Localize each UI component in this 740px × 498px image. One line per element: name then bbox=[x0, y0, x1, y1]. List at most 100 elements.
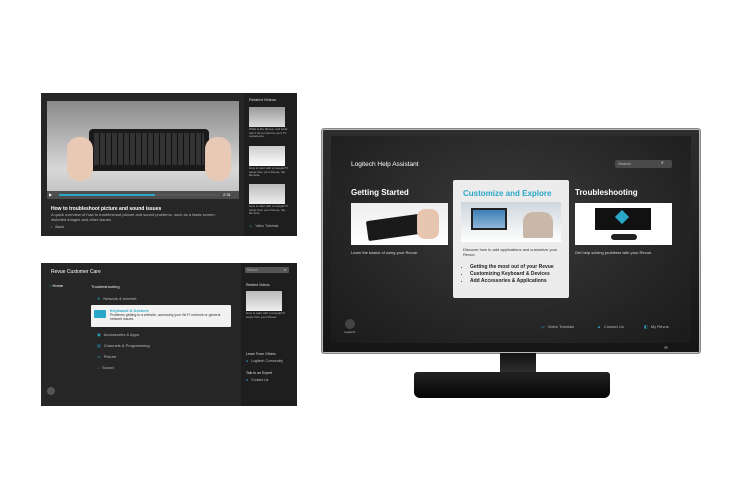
troubleshoot-photo bbox=[575, 203, 672, 245]
people-image bbox=[523, 212, 553, 238]
list-item-label: Picture bbox=[103, 354, 117, 359]
related-thumb-2[interactable] bbox=[249, 146, 285, 166]
revue-icon: ◧ bbox=[644, 324, 648, 329]
my-revue-link[interactable]: ◧ My Revue bbox=[644, 324, 669, 329]
list-item-label: Sound bbox=[102, 365, 114, 370]
list-item[interactable]: ≋ Network & Internet bbox=[91, 294, 231, 303]
back-label: Back bbox=[55, 224, 65, 229]
list-item-label: Channels & Programming bbox=[103, 343, 150, 348]
tv-stand-base bbox=[414, 372, 610, 398]
bullet-item[interactable]: Add Accessories & Applications bbox=[470, 278, 574, 285]
card-desc: Get help solving problems with your Revu… bbox=[575, 250, 653, 255]
bullet-item[interactable]: Customizing Keyboard & Devices bbox=[470, 271, 574, 278]
card-title: Customize and Explore bbox=[463, 189, 552, 198]
back-button[interactable]: ‹ Back bbox=[51, 224, 64, 229]
video-tutorials-label: Video Tutorials bbox=[255, 224, 279, 228]
contact-link[interactable]: ● Contact Us bbox=[246, 378, 268, 383]
video-player[interactable]: ▶ 2:31 bbox=[47, 101, 239, 199]
related-caption-1: What is the Revue, and what can it do to… bbox=[249, 128, 288, 138]
contact-us-link[interactable]: ▲ Contact Us bbox=[597, 324, 624, 329]
community-label: Logitech Community bbox=[251, 359, 284, 363]
troubleshooting-list: ≋ Network & Internet Keyboard & Devices … bbox=[91, 294, 231, 373]
bullet-item[interactable]: Getting the most out of your Revue bbox=[470, 264, 574, 271]
list-item[interactable]: ▭ Picture bbox=[91, 351, 231, 362]
video-tutorials-icon: ▭ bbox=[541, 324, 545, 329]
video-controls: ▶ 2:31 bbox=[47, 191, 239, 199]
card-title: Getting Started bbox=[351, 188, 409, 197]
keyboard-keys bbox=[94, 133, 204, 165]
related-thumb-3[interactable] bbox=[249, 184, 285, 204]
learn-heading: Learn From Others bbox=[246, 352, 276, 356]
progress-bar[interactable] bbox=[59, 194, 219, 196]
page-title: Logitech Help Assistant bbox=[351, 161, 419, 168]
list-item[interactable]: ▣ Accessories & Apps bbox=[91, 329, 231, 340]
video-tutorials-link[interactable]: ▭ Video Tutorials bbox=[249, 224, 278, 229]
related-heading: Related Videos bbox=[249, 97, 277, 102]
card-desc: Discover how to add applications and cus… bbox=[463, 247, 558, 257]
list-item-label: Accessories & Apps bbox=[103, 332, 140, 337]
video-description: A quick overview of how to troubleshoot … bbox=[51, 212, 216, 222]
device-image bbox=[611, 234, 637, 240]
related-thumb[interactable] bbox=[246, 291, 282, 311]
related-heading: Related Videos bbox=[246, 283, 270, 287]
home-icon: ⌂ bbox=[49, 283, 52, 288]
community-link[interactable]: ● Logitech Community bbox=[246, 359, 283, 364]
footer-label: Contact Us bbox=[603, 324, 624, 329]
logitech-logo-icon bbox=[345, 319, 355, 329]
customer-care-screen: Revue Customer Care ⌂ Home Troubleshooti… bbox=[41, 263, 297, 406]
keyboard-icon bbox=[94, 310, 106, 318]
section-title: Troubleshooting bbox=[91, 284, 120, 289]
list-item-label: Network & Internet bbox=[103, 296, 137, 301]
logo-text: Logitech bbox=[344, 330, 356, 334]
related-caption-2: How to start with a GoogleTV setup from … bbox=[249, 167, 289, 177]
progress-fill bbox=[59, 194, 155, 196]
list-item-desc: Problems getting to a website, accessing… bbox=[110, 313, 221, 321]
sidebar: Search ⌕ Related Videos How to start wit… bbox=[241, 263, 297, 406]
left-hand bbox=[67, 137, 93, 181]
search-icon[interactable]: ⌕ bbox=[661, 161, 664, 166]
picture-icon: ▭ bbox=[97, 354, 101, 359]
contact-label: Contact Us bbox=[251, 378, 269, 382]
contact-icon: ● bbox=[246, 378, 249, 382]
search-icon[interactable]: ⌕ bbox=[284, 267, 286, 272]
hand-shape bbox=[417, 209, 439, 239]
sound-icon: ♪ bbox=[97, 365, 99, 370]
play-icon[interactable]: ▶ bbox=[49, 192, 52, 197]
related-sidebar: Related Videos What is the Revue, and wh… bbox=[244, 93, 297, 236]
page-title: Revue Customer Care bbox=[51, 269, 101, 275]
video-time: 2:31 bbox=[223, 192, 231, 197]
related-caption-3: How to start with a GoogleTV setup from … bbox=[249, 205, 289, 215]
apps-icon: ▣ bbox=[97, 332, 101, 337]
power-indicator bbox=[664, 346, 668, 349]
list-item[interactable]: ▤ Channels & Programming bbox=[91, 340, 231, 351]
card-getting-started[interactable]: Getting Started Learn the basics of usin… bbox=[351, 188, 451, 255]
community-icon: ● bbox=[246, 359, 249, 363]
channels-icon: ▤ bbox=[97, 343, 101, 348]
related-caption: How to start with a GoogleTV setup from … bbox=[246, 311, 286, 319]
contact-icon: ▲ bbox=[597, 324, 601, 329]
help-assistant-screen: Logitech Help Assistant Search ⌕ Getting… bbox=[331, 136, 691, 343]
footer-label: Video Tutorials bbox=[547, 324, 575, 329]
list-item-selected[interactable]: Keyboard & Devices Problems getting to a… bbox=[91, 305, 231, 327]
home-link[interactable]: ⌂ Home bbox=[49, 283, 63, 288]
card-customize-explore[interactable]: Customize and Explore Discover how to ad… bbox=[453, 180, 569, 298]
card-bullets: Getting the most out of your Revue Custo… bbox=[463, 264, 574, 285]
card-troubleshooting[interactable]: Troubleshooting Get help solving problem… bbox=[575, 188, 675, 255]
right-hand bbox=[205, 137, 231, 181]
search-input[interactable]: Search bbox=[245, 267, 289, 273]
living-room-photo bbox=[461, 202, 561, 242]
card-desc: Learn the basics of using your Revue. bbox=[351, 250, 419, 255]
tv-image-screen bbox=[473, 210, 505, 228]
video-tutorials-link[interactable]: ▭ Video Tutorials bbox=[541, 324, 574, 329]
footer-label: My Revue bbox=[650, 324, 669, 329]
list-item[interactable]: ♪ Sound bbox=[91, 362, 231, 373]
video-help-screen: ▶ 2:31 How to troubleshoot picture and s… bbox=[41, 93, 297, 236]
wifi-icon: ≋ bbox=[97, 296, 101, 301]
related-thumb-1[interactable] bbox=[249, 107, 285, 127]
home-label: Home bbox=[52, 283, 64, 288]
video-tutorials-icon: ▭ bbox=[249, 224, 253, 228]
keyboard-photo bbox=[351, 203, 448, 245]
talk-heading: Talk to an Expert bbox=[246, 371, 273, 375]
logitech-logo-icon bbox=[47, 387, 55, 395]
back-arrow-icon: ‹ bbox=[51, 224, 53, 229]
